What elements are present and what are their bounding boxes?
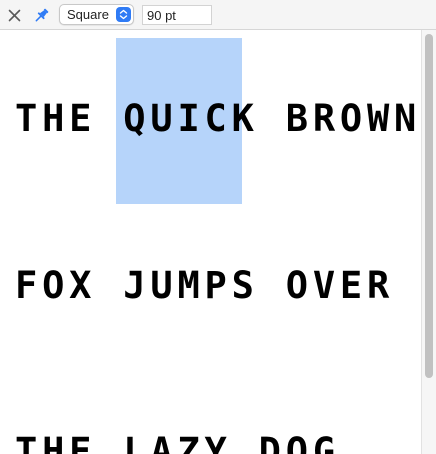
pin-icon [35, 8, 49, 22]
vertical-scrollbar[interactable] [421, 30, 436, 454]
font-preview-window: Square THE QUICK BROWN FOX JUMPS OVER TH… [0, 0, 436, 454]
style-select[interactable]: Square [59, 4, 134, 25]
scrollbar-thumb[interactable] [425, 34, 433, 378]
up-down-chevron-icon [119, 9, 128, 20]
style-select-value: Square [67, 7, 109, 22]
pin-button[interactable] [32, 6, 51, 25]
sample-text-line-3[interactable]: THE LAZY DOG [15, 432, 340, 454]
close-button[interactable] [6, 7, 23, 24]
sample-text-line-1[interactable]: THE QUICK BROWN [15, 99, 421, 139]
toolbar: Square [0, 0, 436, 30]
close-icon [8, 9, 21, 22]
font-size-field[interactable] [142, 5, 212, 25]
sample-text-line-2[interactable]: FOX JUMPS OVER [15, 266, 394, 306]
style-select-stepper[interactable] [116, 7, 131, 22]
preview-canvas[interactable]: THE QUICK BROWN FOX JUMPS OVER THE LAZY … [0, 30, 421, 454]
